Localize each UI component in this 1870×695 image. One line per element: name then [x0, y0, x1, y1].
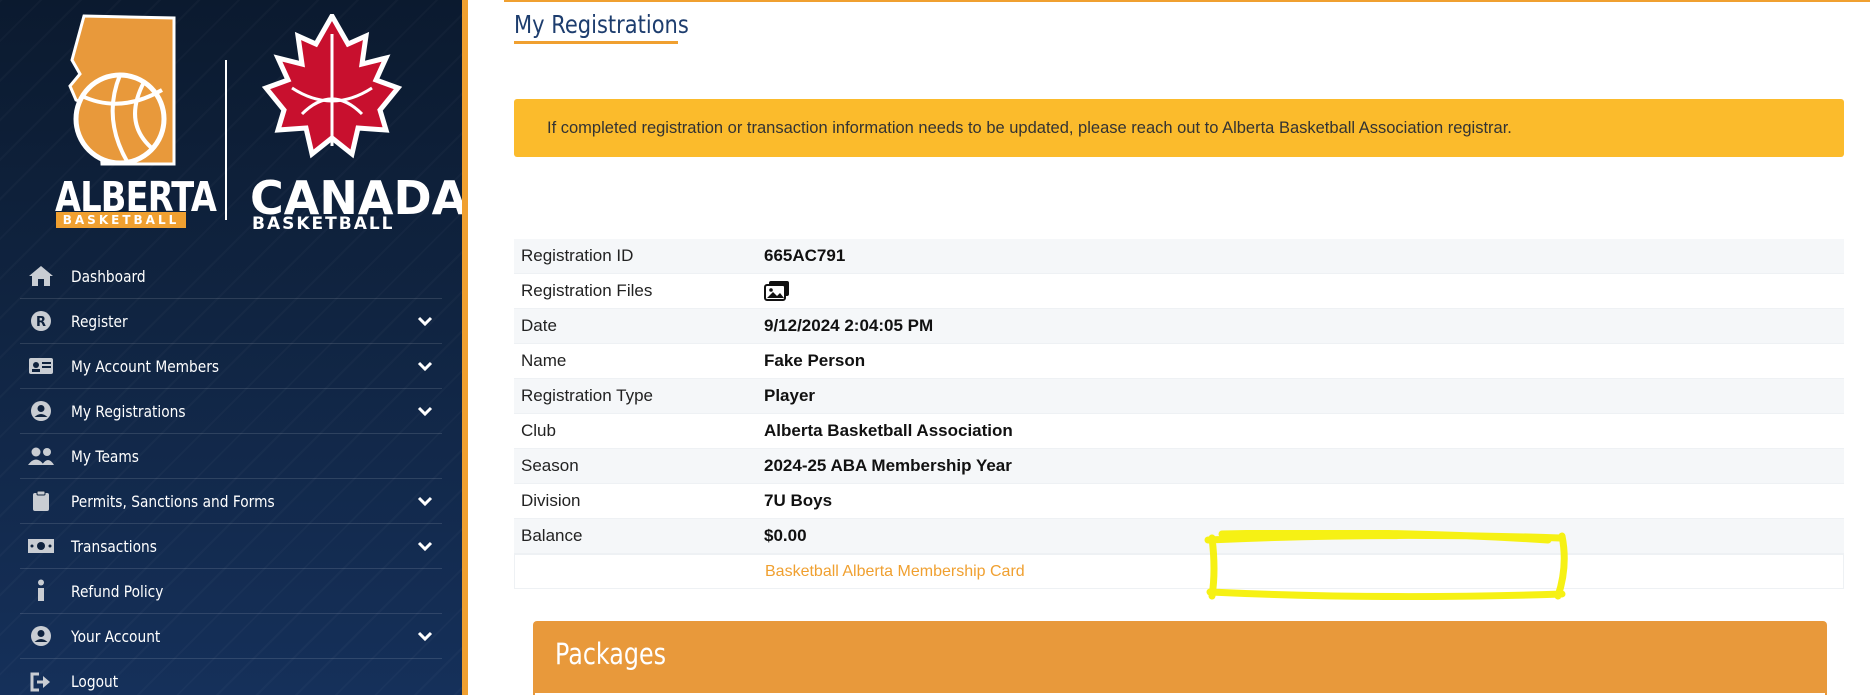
sidebar-item-permits-sanctions-forms[interactable]: Permits, Sanctions and Forms: [20, 479, 442, 524]
main-content: My Registrations If completed registrati…: [468, 0, 1870, 695]
sidebar-item-my-teams[interactable]: My Teams: [20, 434, 442, 479]
detail-row-membership-card: Basketball Alberta Membership Card: [514, 554, 1844, 589]
canada-submark: BASKETBALL: [252, 214, 395, 234]
sidebar: ALBERTA BASKETBALL CANADA BASKETBALL Das…: [0, 0, 462, 695]
page-title: My Registrations: [514, 10, 689, 39]
alberta-submark: BASKETBALL: [56, 212, 186, 228]
svg-text:R: R: [36, 315, 46, 330]
membership-card-link[interactable]: Basketball Alberta Membership Card: [765, 563, 1025, 581]
detail-label: Registration ID: [521, 246, 634, 265]
detail-value: Fake Person: [764, 351, 866, 370]
packages-title: Packages: [555, 637, 666, 671]
detail-label: Season: [521, 456, 579, 475]
detail-label: Club: [521, 421, 556, 440]
chevron-down-icon[interactable]: [416, 357, 434, 375]
sidebar-item-label: Permits, Sanctions and Forms: [71, 491, 275, 511]
detail-row-registration-files: Registration Files: [514, 274, 1844, 309]
user-circle-icon: [26, 398, 56, 424]
detail-row-balance: Balance $0.00: [514, 519, 1844, 554]
sidebar-item-label: Refund Policy: [71, 581, 164, 601]
detail-value: 7U Boys: [764, 491, 833, 510]
registered-r-icon: R: [26, 308, 56, 334]
title-underline: [514, 41, 678, 44]
id-card-icon: [26, 353, 56, 379]
top-rule: [504, 0, 1870, 2]
sidebar-item-logout[interactable]: Logout: [20, 659, 442, 695]
detail-row-name: Name Fake Person: [514, 344, 1844, 379]
chevron-down-icon[interactable]: [416, 537, 434, 555]
detail-label: Name: [521, 351, 567, 370]
detail-value: 2024-25 ABA Membership Year: [764, 456, 1012, 475]
detail-value: 9/12/2024 2:04:05 PM: [764, 316, 934, 335]
user-circle-icon: [26, 623, 56, 649]
sidebar-item-label: My Registrations: [71, 401, 186, 421]
alberta-basketball-logo: [68, 14, 176, 166]
canada-basketball-logo: [262, 14, 402, 159]
images-icon[interactable]: [764, 280, 790, 302]
detail-label: Registration Files: [521, 281, 653, 300]
sidebar-item-your-account[interactable]: Your Account: [20, 614, 442, 659]
sidebar-item-label: Your Account: [71, 626, 161, 646]
sidebar-item-label: My Teams: [71, 446, 139, 466]
detail-row-club: Club Alberta Basketball Association: [514, 414, 1844, 449]
sidebar-item-label: Transactions: [71, 536, 157, 556]
detail-value: $0.00: [764, 526, 807, 545]
detail-label: Date: [521, 316, 557, 335]
clipboard-icon: [26, 488, 56, 514]
info-icon: [26, 578, 56, 604]
detail-value: 665AC791: [764, 246, 846, 265]
sidebar-nav: Dashboard R Register My Account Members …: [20, 254, 442, 695]
detail-row-date: Date 9/12/2024 2:04:05 PM: [514, 309, 1844, 344]
sidebar-item-label: Logout: [71, 672, 119, 691]
logo-divider: [225, 60, 227, 220]
chevron-down-icon[interactable]: [416, 492, 434, 510]
detail-row-registration-type: Registration Type Player: [514, 379, 1844, 414]
sidebar-item-my-registrations[interactable]: My Registrations: [20, 389, 442, 434]
detail-label: Registration Type: [521, 386, 653, 405]
chevron-down-icon[interactable]: [416, 627, 434, 645]
sidebar-item-refund-policy[interactable]: Refund Policy: [20, 569, 442, 614]
detail-row-registration-id: Registration ID 665AC791: [514, 239, 1844, 274]
money-bill-icon: [26, 533, 56, 559]
sidebar-item-dashboard[interactable]: Dashboard: [20, 254, 442, 299]
sign-out-icon: [26, 669, 56, 695]
packages-panel: Packages: [533, 621, 1827, 695]
logo-area: ALBERTA BASKETBALL CANADA BASKETBALL: [0, 0, 462, 250]
detail-row-season: Season 2024-25 ABA Membership Year: [514, 449, 1844, 484]
sidebar-item-label: Dashboard: [71, 266, 146, 286]
detail-value: Player: [764, 386, 816, 405]
sidebar-item-my-account-members[interactable]: My Account Members: [20, 344, 442, 389]
sidebar-item-register[interactable]: R Register: [20, 299, 442, 344]
registration-details-table: Registration ID 665AC791 Registration Fi…: [514, 239, 1844, 589]
chevron-down-icon[interactable]: [416, 402, 434, 420]
users-icon: [26, 443, 56, 469]
home-icon: [26, 263, 56, 289]
detail-value: Alberta Basketball Association: [764, 421, 1013, 440]
detail-label: Division: [521, 491, 581, 510]
sidebar-item-label: My Account Members: [71, 356, 220, 376]
detail-row-division: Division 7U Boys: [514, 484, 1844, 519]
sidebar-item-label: Register: [71, 311, 128, 331]
detail-label: Balance: [521, 526, 583, 545]
sidebar-item-transactions[interactable]: Transactions: [20, 524, 442, 569]
info-alert: If completed registration or transaction…: [514, 99, 1844, 157]
chevron-down-icon[interactable]: [416, 312, 434, 330]
